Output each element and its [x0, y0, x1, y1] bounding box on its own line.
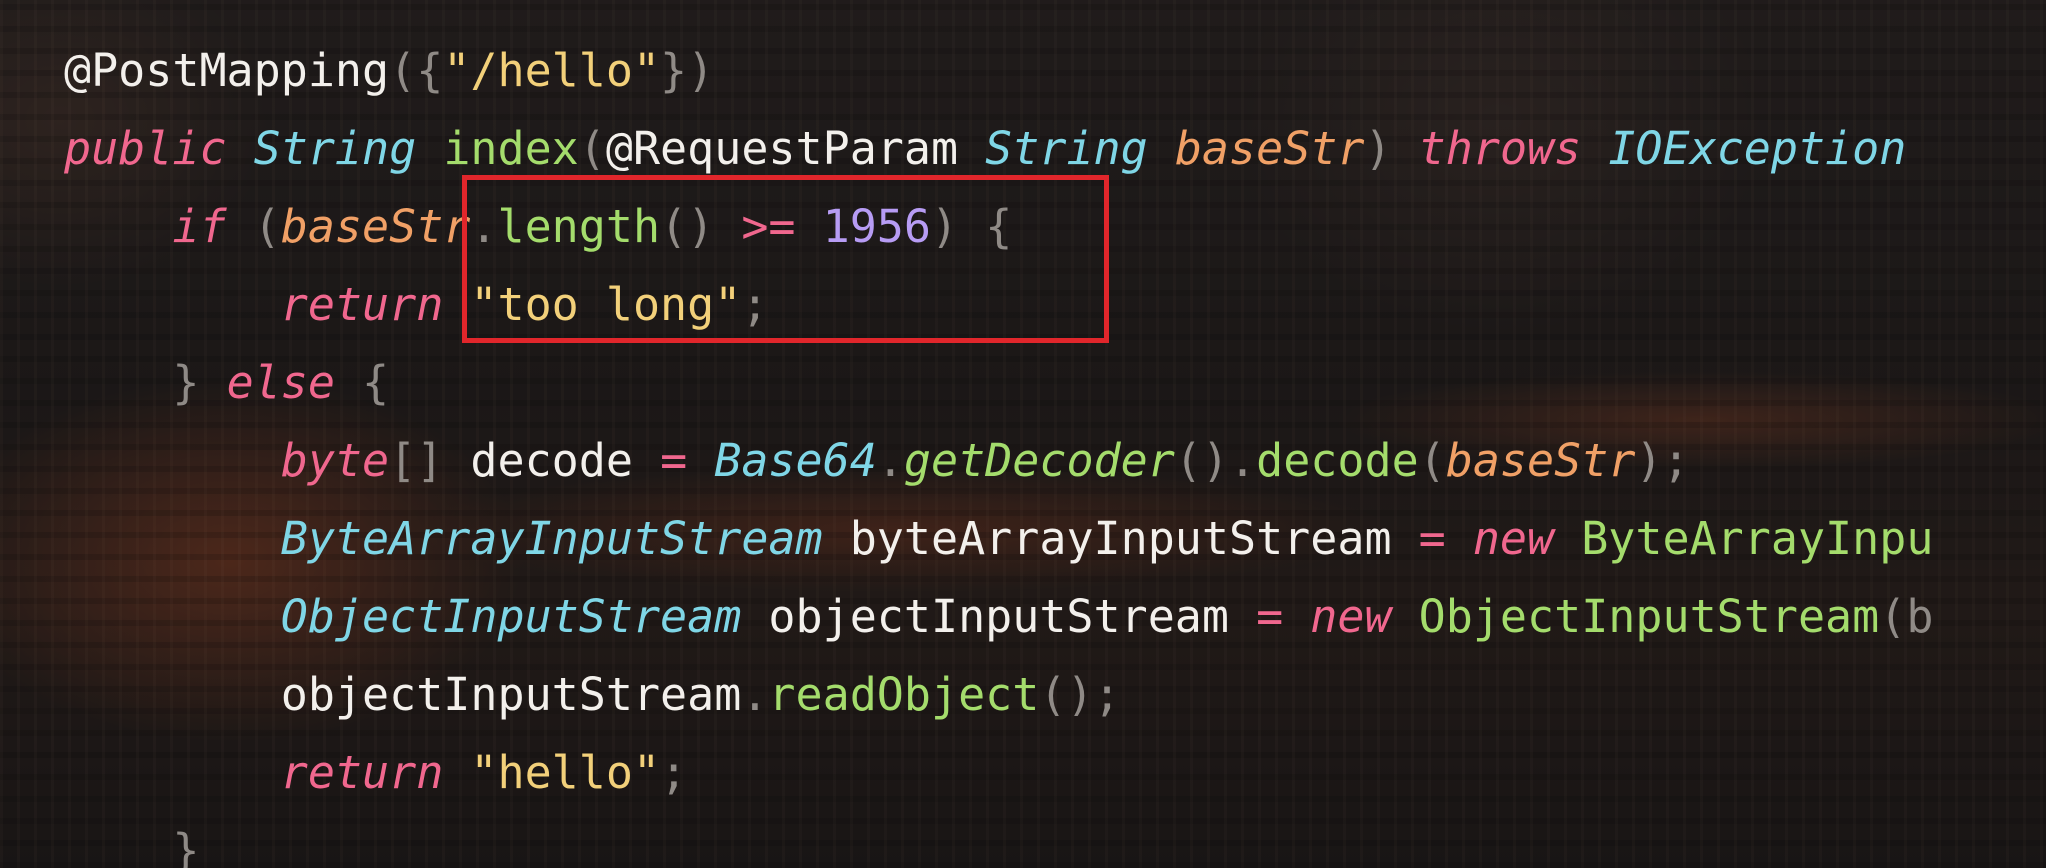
code-token: IOException [1608, 122, 1907, 175]
code-token: getDecoder [903, 434, 1175, 487]
code-token: byte [280, 434, 390, 487]
code-token: return [280, 746, 444, 799]
code-token: ) [1364, 122, 1392, 175]
code-token: decode [470, 434, 633, 487]
code-token: if [172, 200, 227, 253]
code-token: ObjectInputStream [1418, 590, 1880, 643]
code-token: baseStr [1174, 122, 1365, 175]
code-token: . [876, 434, 904, 487]
code-token: . [741, 668, 769, 721]
code-line: return "hello"; [64, 734, 1933, 812]
code-token: = [1256, 590, 1284, 643]
code-token: ); [1635, 434, 1690, 487]
code-block: @PostMapping({"/hello"}) public String in… [64, 32, 1933, 868]
code-token: objectInputStream [768, 590, 1229, 643]
code-token: "/hello" [443, 44, 661, 97]
code-token: . [1229, 434, 1257, 487]
code-token: readObject [768, 668, 1040, 721]
code-token: }) [660, 44, 715, 97]
code-token: = [1418, 512, 1446, 565]
code-token: } [172, 824, 200, 868]
code-token: [] [389, 434, 444, 487]
code-token: ( [578, 122, 606, 175]
code-token: ({ [389, 44, 444, 97]
code-token: () [1174, 434, 1230, 487]
code-token: baseStr [1445, 434, 1636, 487]
code-token: index [443, 122, 579, 175]
code-line: ObjectInputStream objectInputStream = ne… [64, 578, 1934, 656]
code-token: } [172, 356, 200, 409]
code-token: @RequestParam [605, 122, 959, 175]
code-token: (); [1039, 668, 1121, 721]
code-token: ObjectInputStream [280, 590, 742, 643]
code-token: ( [1418, 434, 1446, 487]
code-token: = [660, 434, 688, 487]
code-token: return [280, 278, 444, 331]
code-line: } [64, 812, 1933, 868]
code-token: { [362, 356, 390, 409]
code-token: Base64 [714, 434, 877, 487]
code-token: ByteArrayInputStream [280, 512, 823, 565]
code-token: ; [660, 746, 688, 799]
code-token: decode [1256, 434, 1419, 487]
code-token: objectInputStream [280, 668, 742, 721]
code-token: @PostMapping [64, 44, 390, 97]
code-token: new [1472, 512, 1555, 565]
code-token: ByteArrayInpu [1581, 512, 1934, 565]
code-token: new [1310, 590, 1392, 643]
code-line: ByteArrayInputStream byteArrayInputStrea… [64, 500, 1934, 578]
code-line: } else { [64, 344, 1933, 422]
highlight-box [462, 175, 1109, 343]
code-token: public [64, 122, 227, 175]
code-token: "hello" [470, 746, 661, 799]
code-token: byteArrayInputStream [849, 512, 1392, 565]
code-screenshot: @PostMapping({"/hello"}) public String in… [0, 0, 2046, 868]
code-token: else [226, 356, 335, 409]
code-line: objectInputStream.readObject(); [64, 656, 1933, 734]
code-token: baseStr [280, 200, 471, 253]
code-token: String [985, 122, 1148, 175]
code-token: String [253, 122, 417, 175]
code-token: ( [253, 200, 281, 253]
code-line: byte[] decode = Base64.getDecoder().deco… [64, 422, 1933, 500]
code-token: (b [1879, 590, 1934, 643]
code-token: throws [1418, 122, 1582, 175]
code-line: @PostMapping({"/hello"}) [64, 32, 1933, 110]
